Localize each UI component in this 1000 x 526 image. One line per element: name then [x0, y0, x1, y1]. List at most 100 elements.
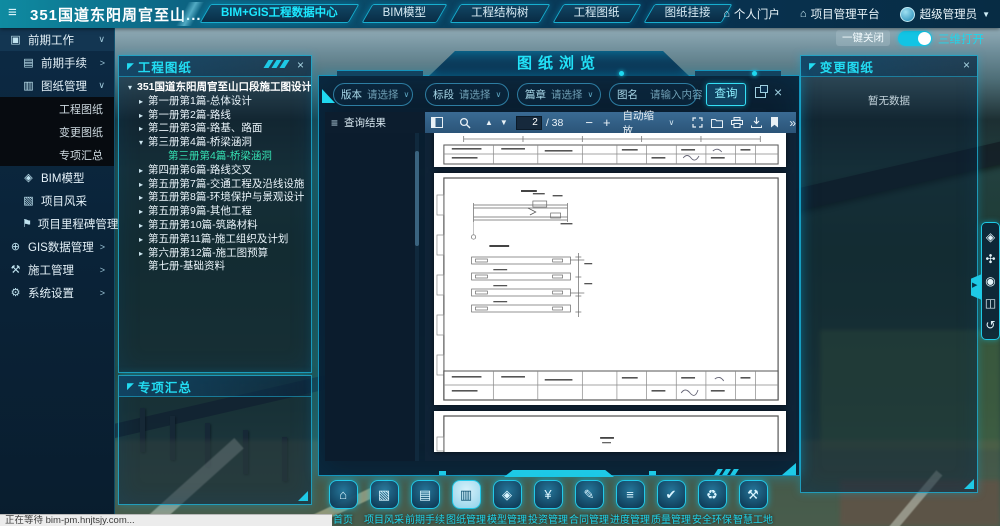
- modal-close-icon[interactable]: [774, 84, 782, 100]
- map-tool[interactable]: ◉: [985, 275, 995, 287]
- menu-icon[interactable]: [8, 5, 17, 21]
- dock-item[interactable]: ≡ 进度管理: [615, 480, 645, 526]
- more-tools-icon[interactable]: »: [789, 118, 796, 128]
- search-icon[interactable]: [459, 117, 471, 129]
- drawing-list-item[interactable]: [325, 233, 419, 247]
- drawing-list-item[interactable]: [325, 304, 419, 318]
- maximize-icon[interactable]: [755, 87, 766, 98]
- dock-item[interactable]: ⌂ 首页: [328, 480, 358, 526]
- modal-titlebar[interactable]: 图纸浏览: [429, 51, 689, 76]
- tree-node[interactable]: ▸第五册第7篇-交通工程及沿线设施: [119, 178, 311, 192]
- tree-node[interactable]: 第七册-基础资料: [119, 260, 311, 274]
- drawing-list-item[interactable]: [325, 261, 419, 275]
- dock-item[interactable]: ✎ 合同管理: [574, 480, 604, 526]
- sidebar-item[interactable]: ◈ BIM模型: [0, 166, 114, 189]
- close-icon[interactable]: [963, 58, 970, 72]
- special-summary-panel-header[interactable]: 专项汇总: [119, 376, 311, 397]
- sidebar-item[interactable]: ▥ 图纸管理 ∨: [0, 74, 114, 97]
- dock-item[interactable]: ⚒ 智慧工地: [738, 480, 768, 526]
- open-file-icon[interactable]: [711, 118, 723, 128]
- drawing-list-item[interactable]: [325, 204, 419, 218]
- close-icon[interactable]: [297, 58, 304, 72]
- section-dropdown[interactable]: 标段 请选择: [425, 83, 509, 106]
- sidebar-item[interactable]: ▣ 前期工作 ∨: [0, 28, 114, 51]
- tree-node[interactable]: ▸第五册第10篇-筑路材料: [119, 219, 311, 233]
- tree-node[interactable]: ▸第一册第1篇-总体设计: [119, 95, 311, 109]
- tree-node[interactable]: ▸第五册第11篇-施工组织及计划: [119, 233, 311, 247]
- zoom-out-icon[interactable]: −: [585, 118, 593, 128]
- resize-handle[interactable]: [964, 479, 974, 489]
- drawings-tree-panel-header[interactable]: 工程图纸: [119, 56, 311, 77]
- header-tab[interactable]: 工程图纸: [558, 4, 636, 23]
- chapter-dropdown[interactable]: 篇章 请选择: [517, 83, 601, 106]
- map-tool[interactable]: ◈: [986, 231, 995, 243]
- sidebar-item[interactable]: 工程图纸: [0, 97, 114, 120]
- resize-handle[interactable]: [298, 491, 308, 501]
- version-dropdown[interactable]: 版本 请选择: [333, 83, 413, 106]
- close-all-button[interactable]: 一键关闭: [836, 30, 890, 46]
- user-menu[interactable]: 超级管理员 ▼: [900, 6, 990, 22]
- tree-node[interactable]: ▾351国道东阳周官至山口段施工图设计: [119, 81, 311, 95]
- dock-item[interactable]: ▥ 图纸管理: [451, 480, 481, 526]
- bookmark-icon[interactable]: [770, 117, 779, 128]
- download-icon[interactable]: [751, 117, 762, 128]
- drawing-list-item[interactable]: [325, 404, 419, 418]
- sidebar-toggle-icon[interactable]: [431, 117, 443, 128]
- 3d-toggle[interactable]: [898, 31, 932, 46]
- sidebar-item[interactable]: ▤ 前期手续 >: [0, 51, 114, 74]
- tree-node[interactable]: ▸第五册第9篇-其他工程: [119, 205, 311, 219]
- header-tab[interactable]: BIM+GIS工程数据中心: [205, 4, 354, 23]
- results-header[interactable]: 查询结果: [325, 112, 425, 133]
- pdf-viewer[interactable]: [425, 133, 796, 461]
- sidebar-item[interactable]: ▧ 项目风采: [0, 189, 114, 212]
- drawing-list-item[interactable]: [325, 276, 419, 290]
- drawing-list-item[interactable]: [325, 162, 419, 176]
- next-page-icon[interactable]: ▼: [500, 118, 508, 128]
- drawing-list-item[interactable]: [325, 190, 419, 204]
- drawing-list-item[interactable]: [325, 447, 419, 461]
- drawing-list-item[interactable]: [325, 247, 419, 261]
- header-tab[interactable]: 工程结构树: [455, 4, 545, 23]
- header-tab[interactable]: 图纸挂接: [649, 4, 727, 23]
- previous-page-icon[interactable]: ▲: [485, 118, 493, 128]
- header-tab[interactable]: BIM模型: [367, 4, 442, 23]
- tree-node[interactable]: ▸第二册第3篇-路基、路面: [119, 122, 311, 136]
- print-icon[interactable]: [731, 117, 743, 128]
- sidebar-item[interactable]: ⊕ GIS数据管理 >: [0, 235, 114, 258]
- sidebar-item[interactable]: 变更图纸: [0, 120, 114, 143]
- map-tool[interactable]: ↺: [985, 319, 995, 331]
- drawing-list-item[interactable]: [325, 333, 419, 347]
- map-tool[interactable]: ◫: [985, 297, 996, 309]
- tree-node[interactable]: ▸第一册第2篇-路线: [119, 109, 311, 123]
- project-platform-link[interactable]: ⌂ 项目管理平台: [800, 6, 880, 22]
- map-tool[interactable]: ✣: [985, 253, 995, 265]
- sidebar-item[interactable]: ⚒ 施工管理 >: [0, 258, 114, 281]
- sidebar-item[interactable]: ⚙ 系统设置 >: [0, 281, 114, 304]
- drawing-list-item[interactable]: [325, 375, 419, 389]
- sidebar-item[interactable]: ⚑ 项目里程碑管理: [0, 212, 114, 235]
- dock-item[interactable]: ✔ 质量管理: [656, 480, 686, 526]
- drawing-list-item[interactable]: [325, 318, 419, 332]
- drawing-list-item[interactable]: [325, 390, 419, 404]
- dock-item[interactable]: ▧ 项目风采: [369, 480, 399, 526]
- personal-portal-link[interactable]: ⌂ 个人门户: [723, 6, 780, 22]
- drawing-name-input[interactable]: [648, 88, 706, 102]
- drawing-list-item[interactable]: [325, 147, 419, 161]
- sidebar-item[interactable]: 专项汇总: [0, 143, 114, 166]
- zoom-in-icon[interactable]: +: [603, 118, 611, 128]
- dock-item[interactable]: ¥ 投资管理: [533, 480, 563, 526]
- drawing-list-item[interactable]: [325, 176, 419, 190]
- tree-node[interactable]: 第三册第4篇-桥梁涵洞: [119, 150, 311, 164]
- drawing-list-item[interactable]: [325, 361, 419, 375]
- dock-item[interactable]: ◈ 模型管理: [492, 480, 522, 526]
- presentation-mode-icon[interactable]: [692, 117, 703, 128]
- tree-node[interactable]: ▸第六册第12篇-施工图预算: [119, 247, 311, 261]
- drawing-list-item[interactable]: [325, 290, 419, 304]
- tree-node[interactable]: ▸第四册第6篇-路线交叉: [119, 164, 311, 178]
- search-button[interactable]: 查询: [706, 83, 746, 106]
- drawing-list-item[interactable]: [325, 347, 419, 361]
- dock-item[interactable]: ♻ 安全环保: [697, 480, 727, 526]
- page-number-input[interactable]: [516, 116, 542, 130]
- change-drawings-panel-header[interactable]: 变更图纸: [801, 56, 977, 77]
- list-scrollbar[interactable]: [415, 133, 419, 461]
